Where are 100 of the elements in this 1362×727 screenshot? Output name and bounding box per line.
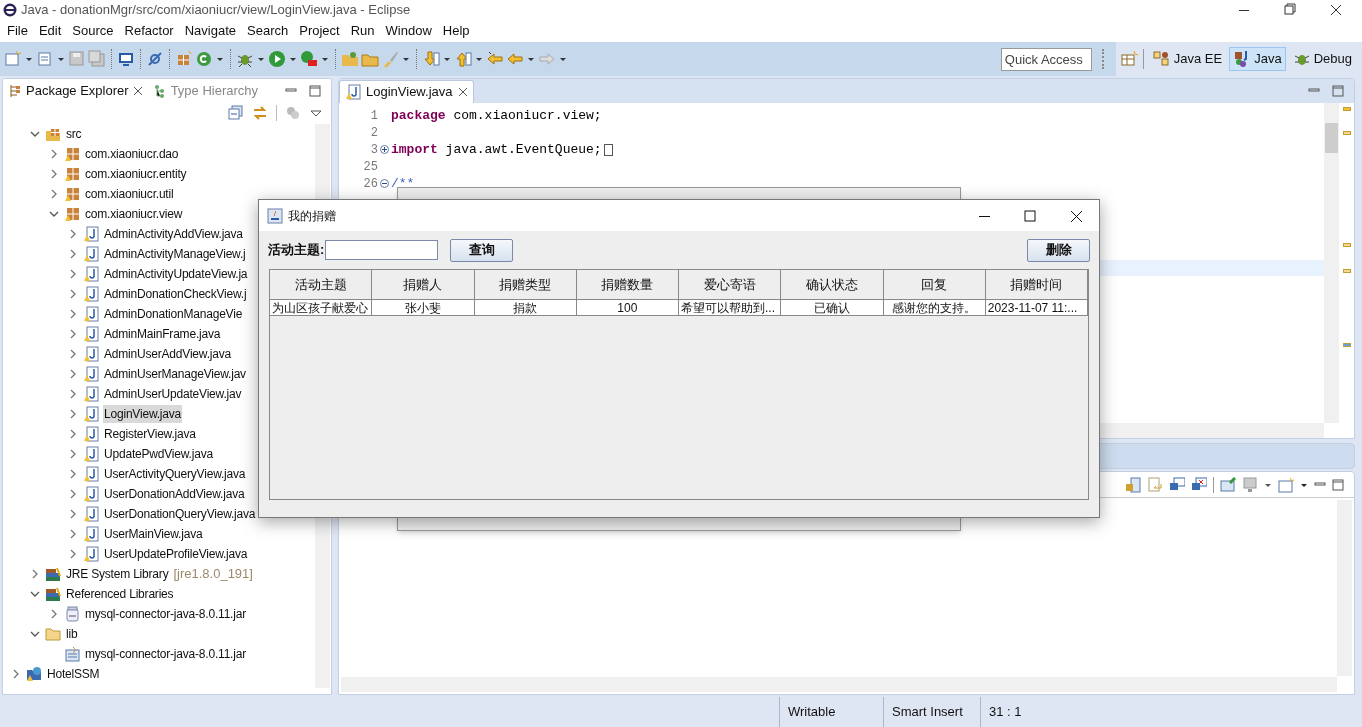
tree-item[interactable]: AdminMainFrame.java — [103, 325, 222, 343]
warning-marker[interactable] — [1343, 243, 1351, 247]
tree-item[interactable]: HotelSSM — [46, 665, 101, 683]
warning-marker[interactable] — [1343, 107, 1351, 111]
perspective-button[interactable]: Java — [1229, 47, 1286, 71]
occurrence-marker[interactable] — [1343, 343, 1351, 347]
menu-item[interactable]: Refactor — [120, 21, 178, 41]
tree-item[interactable]: com.xiaoniucr.dao — [84, 145, 180, 163]
perspective-button[interactable]: Debug — [1288, 47, 1356, 71]
java-file-icon — [83, 366, 99, 382]
tree-item[interactable]: AdminUserAddView.java — [103, 345, 232, 363]
column-header[interactable]: 回复 — [883, 270, 986, 300]
tree-item[interactable]: UserUpdateProfileView.java — [103, 545, 249, 563]
tree-item[interactable]: AdminActivityUpdateView.ja — [103, 265, 249, 283]
editor-tab[interactable]: LoginView.java — [339, 80, 474, 103]
tree-item[interactable]: mysql-connector-java-8.0.11.jar — [84, 605, 247, 623]
tree-item[interactable]: AdminDonationManageVie — [103, 305, 244, 323]
menu-item[interactable]: Search — [243, 21, 293, 41]
fold-collapse-icon[interactable] — [380, 179, 389, 188]
scrollbar[interactable] — [1324, 103, 1339, 423]
pin-icon[interactable] — [1220, 476, 1236, 493]
java-file-icon — [83, 386, 99, 402]
package-icon — [64, 146, 80, 162]
close-icon[interactable] — [132, 85, 143, 96]
column-header[interactable]: 捐赠人 — [372, 270, 475, 300]
menu-item[interactable]: Run — [346, 21, 379, 41]
tree-item[interactable]: LoginView.java — [103, 405, 183, 423]
tree-item[interactable]: UserDonationAddView.java — [103, 485, 246, 503]
query-button[interactable]: 查询 — [450, 238, 514, 262]
menu-item[interactable]: Source — [68, 21, 118, 41]
scroll-lock-icon[interactable] — [1125, 476, 1141, 493]
menu-item[interactable]: Edit — [34, 21, 66, 41]
package-explorer-icon — [8, 83, 22, 98]
tree-item[interactable]: RegisterView.java — [103, 425, 197, 443]
tree-item[interactable]: UserMainView.java — [103, 525, 204, 543]
fold-expand-icon[interactable] — [380, 145, 389, 154]
java-file-icon — [83, 346, 99, 362]
collapse-all-icon[interactable] — [228, 105, 244, 121]
remove-console-icon[interactable] — [1191, 476, 1207, 493]
table-cell[interactable]: 为山区孩子献爱心 — [270, 300, 373, 316]
link-editor-icon[interactable] — [252, 105, 268, 121]
new-package-icon[interactable] — [175, 50, 193, 68]
java-file-icon — [83, 226, 99, 242]
table-cell[interactable]: 张小斐 — [372, 300, 475, 316]
perspective-button[interactable]: Java EE — [1148, 47, 1227, 71]
package-icon — [64, 206, 80, 222]
table-cell[interactable]: 希望可以帮助到... — [679, 300, 782, 316]
warning-marker[interactable] — [1343, 131, 1351, 135]
search-field[interactable] — [325, 240, 439, 260]
table-cell[interactable]: 已确认 — [781, 300, 884, 316]
warning-marker[interactable] — [1343, 269, 1351, 273]
table-cell[interactable]: 捐款 — [474, 300, 577, 316]
open-folder-icon[interactable] — [341, 50, 359, 68]
tree-item[interactable]: AdminUserUpdateView.jav — [103, 385, 243, 403]
maximize-icon[interactable] — [309, 84, 321, 97]
java-file-icon — [83, 326, 99, 342]
new-class-icon[interactable] — [195, 50, 213, 68]
column-header[interactable]: 爱心寄语 — [679, 270, 782, 300]
maximize-icon[interactable] — [1332, 478, 1344, 491]
menu-item[interactable]: Project — [295, 21, 344, 41]
delete-button[interactable]: 删除 — [1027, 238, 1090, 262]
menu-item[interactable]: Help — [438, 21, 474, 41]
console-icon[interactable] — [1169, 476, 1185, 493]
tree-item[interactable]: Referenced Libraries — [65, 585, 175, 603]
skip-breakpoints-icon[interactable] — [146, 50, 164, 68]
table-cell[interactable]: 感谢您的支持。 — [883, 300, 986, 316]
tree-item[interactable]: AdminDonationCheckView.j — [103, 285, 248, 303]
tree-item[interactable]: JRE System Library — [65, 565, 170, 583]
tree-item[interactable]: AdminActivityAddView.java — [103, 225, 244, 243]
tree-item[interactable]: src — [65, 125, 83, 143]
display-icon[interactable] — [1242, 476, 1258, 493]
close-icon[interactable] — [457, 87, 468, 97]
table-cell[interactable]: 100 — [576, 300, 679, 316]
tree-item[interactable]: mysql-connector-java-8.0.11.jar — [84, 645, 247, 663]
tree-item[interactable]: AdminActivityManageView.j — [103, 245, 247, 263]
tree-item[interactable]: com.xiaoniucr.util — [84, 185, 175, 203]
panel-tab[interactable]: Type Hierarchy — [147, 79, 264, 102]
maximize-icon[interactable] — [1332, 85, 1344, 97]
column-header[interactable]: 捐赠时间 — [985, 270, 1088, 300]
tree-item[interactable]: lib — [65, 625, 79, 643]
column-header[interactable]: 捐赠数量 — [576, 270, 679, 300]
column-header[interactable]: 活动主题 — [270, 270, 373, 300]
run-icon[interactable] — [268, 50, 286, 68]
column-header[interactable]: 确认状态 — [781, 270, 884, 300]
column-header[interactable]: 捐赠类型 — [474, 270, 577, 300]
line-number: 1 — [369, 107, 378, 125]
tree-item[interactable]: UpdatePwdView.java — [103, 445, 214, 463]
tree-item[interactable]: AdminUserManageView.jav — [103, 365, 247, 383]
search-field[interactable]: Quick Access — [1000, 47, 1092, 71]
open-perspective-icon[interactable] — [1119, 50, 1138, 68]
menu-item[interactable]: Navigate — [180, 21, 240, 41]
tree-item[interactable]: com.xiaoniucr.view — [84, 205, 184, 223]
table-cell[interactable]: 2023-11-07 11:... — [985, 300, 1088, 316]
tree-item[interactable]: com.xiaoniucr.entity — [84, 165, 188, 183]
tree-item[interactable]: UserDonationQueryView.java — [103, 505, 257, 523]
console-icon[interactable] — [117, 50, 135, 68]
folded-code-marker[interactable] — [603, 143, 613, 156]
menu-item[interactable]: Window — [381, 21, 436, 41]
tree-item[interactable]: UserActivityQueryView.java — [103, 465, 247, 483]
menu-item[interactable]: File — [3, 21, 32, 41]
